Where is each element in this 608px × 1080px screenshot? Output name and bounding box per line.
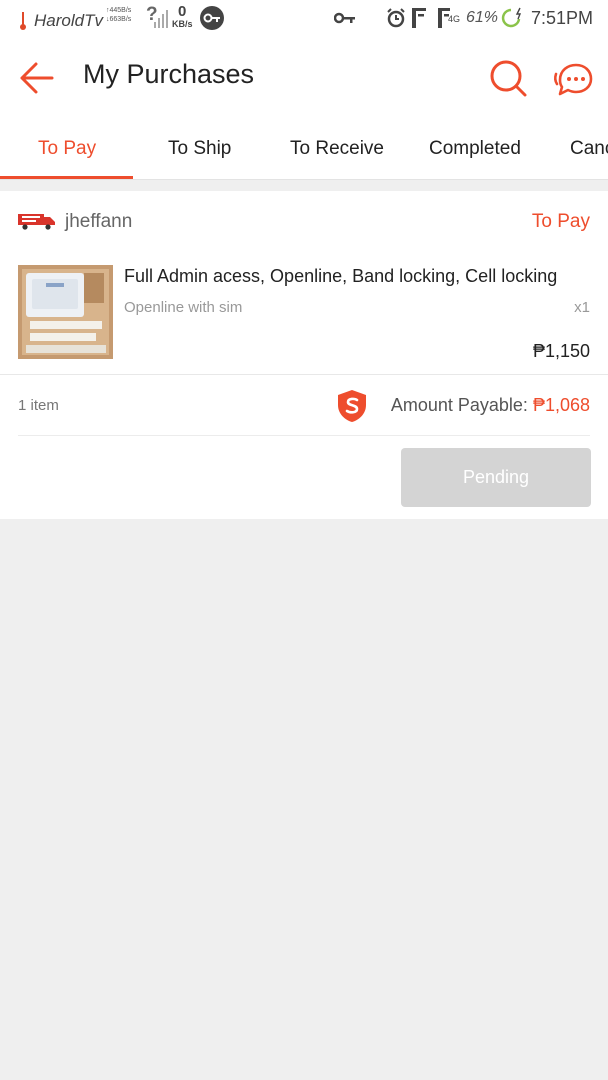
page-title: My Purchases xyxy=(83,59,255,89)
shop-header[interactable]: jheffann To Pay xyxy=(0,191,608,251)
clock-time: 7:51PM xyxy=(531,8,594,28)
app-bar: My Purchases xyxy=(0,38,608,120)
product-thumbnail xyxy=(18,265,113,359)
battery-charging-icon xyxy=(501,7,522,28)
data-rate-value: 0 xyxy=(178,3,187,20)
tab-completed[interactable]: Completed xyxy=(429,138,521,160)
amount-payable-label: Amount Payable: xyxy=(390,395,533,415)
order-status-tabs: To Pay To Ship To Receive Completed Canc… xyxy=(0,120,608,180)
wifi-signal-icon xyxy=(412,8,426,28)
data-rate-unit: KB/s xyxy=(172,19,193,29)
shopee-guarantee-shield-icon xyxy=(338,390,366,422)
active-tab-indicator xyxy=(0,176,133,179)
product-item[interactable]: Full Admin acess, Openline, Band locking… xyxy=(0,251,608,375)
product-name: Full Admin acess, Openline, Band locking… xyxy=(124,266,558,286)
vpn-key-badge-icon xyxy=(200,6,224,30)
pending-button[interactable]: Pending xyxy=(401,448,591,507)
tab-cancelled[interactable]: Cancelled xyxy=(570,138,608,160)
upload-speed: ↑445B/s xyxy=(106,7,132,14)
order-total-row: 1 item Amount Payable: ₱1,068 xyxy=(18,376,590,436)
amount-payable-value: ₱1,068 xyxy=(532,395,590,415)
network-type: 4G xyxy=(448,14,461,24)
alarm-icon xyxy=(387,8,405,28)
status-bar: HaroldTv ↑445B/s ↓663B/s ? 0 KB/s 4G 61% xyxy=(0,0,608,38)
key-icon xyxy=(334,12,355,24)
shop-name: jheffann xyxy=(65,211,133,232)
battery-percent: 61% xyxy=(466,9,499,26)
network-speed: ↑445B/s ↓663B/s xyxy=(106,6,131,24)
product-price: ₱1,150 xyxy=(532,341,590,361)
tab-to-pay[interactable]: To Pay xyxy=(38,138,96,160)
product-variant: Openline with sim xyxy=(124,299,243,316)
tab-to-receive[interactable]: To Receive xyxy=(290,138,384,160)
item-count: 1 item xyxy=(18,397,59,414)
signal-bars-icon xyxy=(154,10,168,28)
download-speed: ↓663B/s xyxy=(106,16,132,23)
order-card[interactable]: jheffann To Pay Full Admin acess, Openli… xyxy=(0,191,608,519)
back-arrow-icon[interactable] xyxy=(18,60,56,96)
carrier-name: HaroldTv xyxy=(34,11,103,30)
tab-to-ship[interactable]: To Ship xyxy=(168,138,231,160)
order-status-label: To Pay xyxy=(531,211,590,232)
thermometer-icon xyxy=(20,12,26,30)
chat-icon[interactable] xyxy=(552,60,594,98)
search-icon[interactable] xyxy=(488,58,528,98)
product-quantity: x1 xyxy=(574,299,590,316)
cash-on-delivery-truck-icon xyxy=(18,214,55,230)
amount-payable: Amount Payable: ₱1,068 xyxy=(391,395,590,416)
